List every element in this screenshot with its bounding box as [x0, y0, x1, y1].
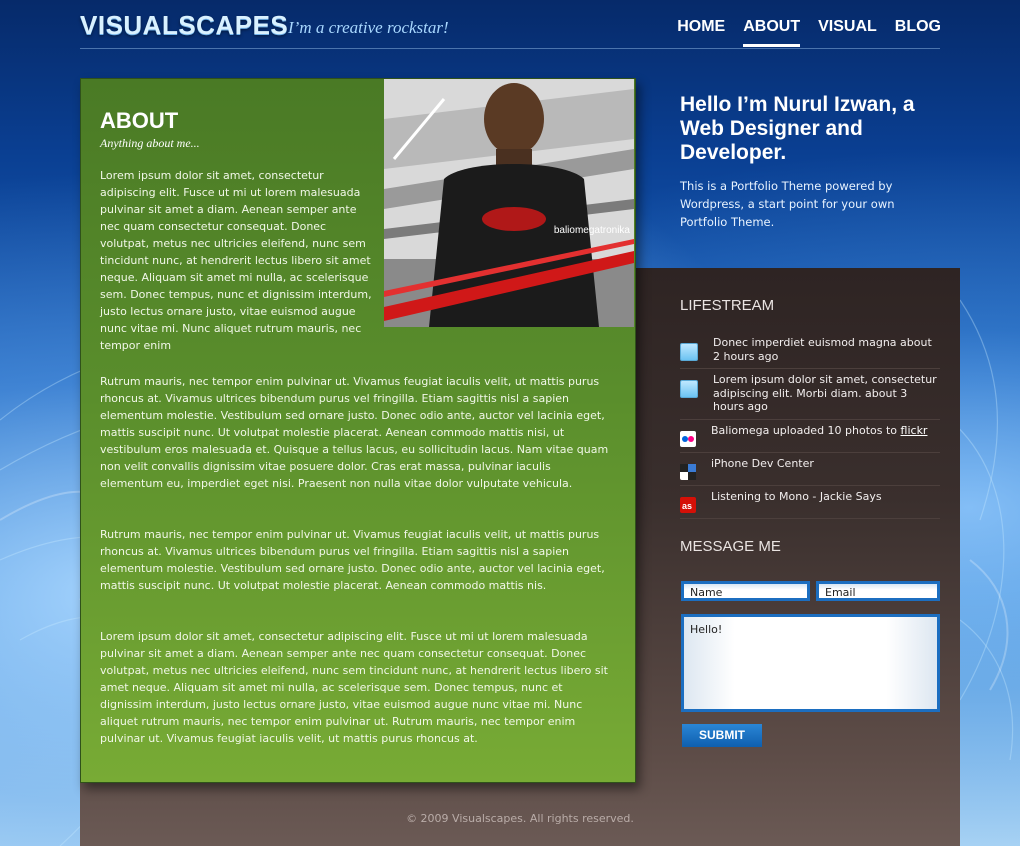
profile-photo-art [384, 79, 634, 327]
lifestream-list: Donec imperdiet euismod magna about 2 ho… [680, 332, 940, 519]
lifestream-text: Donec imperdiet euismod magna about 2 ho… [713, 336, 932, 363]
email-field[interactable]: Email [816, 581, 940, 601]
nav-about[interactable]: ABOUT [743, 18, 801, 47]
message-textarea[interactable]: Hello! [681, 614, 940, 712]
name-field[interactable]: Name [681, 581, 810, 601]
nav-visual[interactable]: VISUAL [818, 18, 877, 47]
lifestream-item: Donec imperdiet euismod magna about 2 ho… [680, 332, 940, 369]
about-paragraph-3: Rutrum mauris, nec tempor enim pulvinar … [100, 528, 605, 592]
message-title: MESSAGE ME [680, 538, 781, 555]
lastfm-icon: as [680, 496, 696, 513]
lifestream-text: Lorem ipsum dolor sit amet, consectetur … [713, 373, 937, 413]
lifestream-item: Baliomega uploaded 10 photos to flickr [680, 420, 940, 453]
lifestream-title: LIFESTREAM [680, 297, 775, 314]
svg-text:as: as [682, 501, 692, 511]
nav-blog[interactable]: BLOG [895, 18, 941, 47]
intro-text: This is a Portfolio Theme powered by Wor… [680, 179, 895, 229]
twitter-icon [680, 343, 698, 361]
site-logo[interactable]: VISUALSCAPES [80, 10, 288, 41]
main-nav: HOME ABOUT VISUAL BLOG [659, 18, 941, 47]
lifestream-text: Listening to Mono - Jackie Says [711, 489, 882, 503]
submit-button[interactable]: SUBMIT [682, 724, 762, 747]
about-paragraph-1: Lorem ipsum dolor sit amet, consectetur … [100, 169, 372, 352]
lifestream-text: Baliomega uploaded 10 photos to flickr [711, 424, 927, 438]
lifestream-item: Lorem ipsum dolor sit amet, consectetur … [680, 369, 940, 420]
nav-home[interactable]: HOME [677, 18, 725, 47]
iphone-dev-icon [680, 463, 696, 480]
profile-photo: baliomegatronika [384, 79, 634, 327]
flickr-icon [680, 430, 696, 447]
twitter-icon [680, 380, 698, 398]
header-divider [80, 48, 940, 49]
flickr-link[interactable]: flickr [901, 424, 928, 437]
about-subtitle: Anything about me... [100, 136, 200, 150]
intro-heading: Hello I’m Nurul Izwan, a Web Designer an… [680, 93, 915, 164]
site-tagline: I’m a creative rockstar! [288, 18, 449, 37]
lifestream-text: iPhone Dev Center [711, 456, 814, 470]
about-paragraph-4: Lorem ipsum dolor sit amet, consectetur … [100, 630, 608, 745]
footer-copyright: © 2009 Visualscapes. All rights reserved… [406, 812, 634, 825]
about-title: ABOUT [100, 108, 179, 133]
lifestream-item: iPhone Dev Center [680, 453, 940, 486]
lifestream-item: as Listening to Mono - Jackie Says [680, 486, 940, 519]
photo-caption: baliomegatronika [553, 225, 630, 236]
lifestream-text-body: Baliomega uploaded 10 photos to [711, 423, 901, 437]
about-paragraph-2: Rutrum mauris, nec tempor enim pulvinar … [100, 375, 609, 490]
